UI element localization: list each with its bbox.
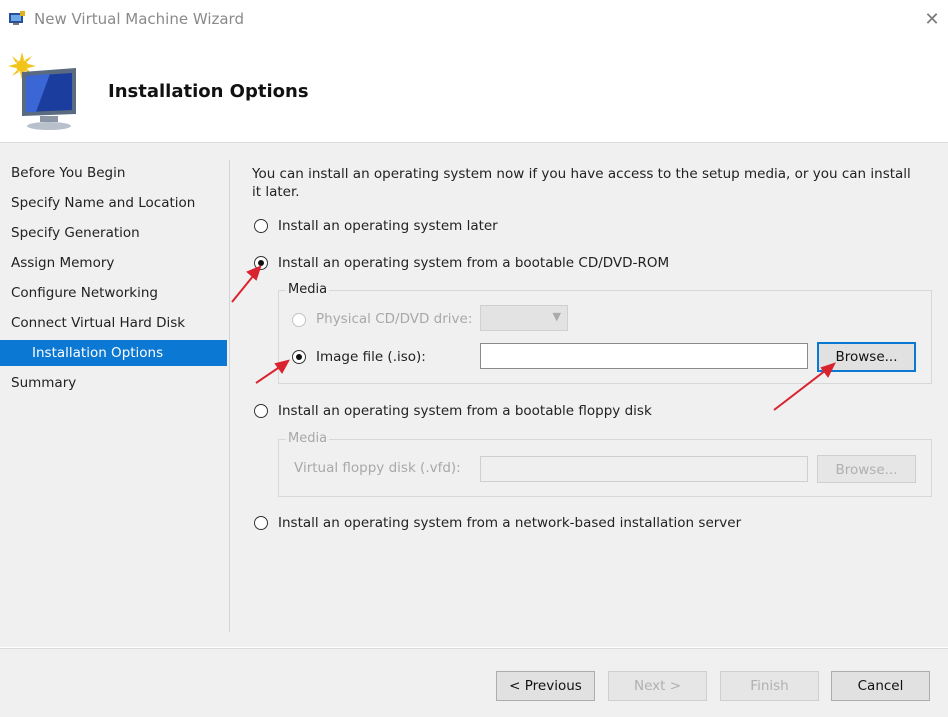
page-title: Installation Options	[108, 81, 309, 102]
finish-button[interactable]: Finish	[720, 671, 819, 701]
virtual-machine-icon	[9, 11, 25, 25]
radio-physical-drive[interactable]	[292, 313, 306, 327]
nav-divider	[229, 160, 230, 632]
physical-drive-label: Physical CD/DVD drive:	[316, 311, 473, 327]
floppy-media-group-label: Media	[286, 431, 330, 446]
nav-item-assign-memory[interactable]: Assign Memory	[11, 250, 226, 276]
radio-install-later[interactable]	[254, 219, 268, 233]
browse-iso-button[interactable]: Browse...	[817, 342, 916, 372]
previous-button[interactable]: < Previous	[496, 671, 595, 701]
option-install-floppy-label[interactable]: Install an operating system from a boota…	[278, 403, 652, 419]
nav-item-specify-name-location[interactable]: Specify Name and Location	[11, 190, 226, 216]
wizard-header: Installation Options	[0, 40, 948, 143]
nav-item-specify-generation[interactable]: Specify Generation	[11, 220, 226, 246]
nav-item-installation-options[interactable]: Installation Options	[0, 340, 227, 366]
floppy-disk-input[interactable]	[480, 456, 808, 482]
nav-item-connect-virtual-hard-disk[interactable]: Connect Virtual Hard Disk	[11, 310, 226, 336]
title-bar: New Virtual Machine Wizard ✕	[0, 0, 948, 40]
cancel-button[interactable]: Cancel	[831, 671, 930, 701]
next-button[interactable]: Next >	[608, 671, 707, 701]
image-file-input[interactable]	[480, 343, 808, 369]
image-file-label: Image file (.iso):	[316, 349, 426, 365]
window-title: New Virtual Machine Wizard	[34, 10, 244, 28]
physical-drive-select[interactable]: ▼	[480, 305, 568, 331]
chevron-down-icon: ▼	[552, 310, 561, 323]
close-icon[interactable]: ✕	[918, 6, 946, 34]
browse-floppy-button[interactable]: Browse...	[817, 455, 916, 483]
nav-item-summary[interactable]: Summary	[11, 370, 226, 396]
cd-media-group-label: Media	[286, 282, 330, 297]
intro-text: You can install an operating system now …	[252, 166, 911, 200]
nav-item-before-you-begin[interactable]: Before You Begin	[11, 160, 226, 186]
option-install-cd-dvd-label[interactable]: Install an operating system from a boota…	[278, 255, 669, 271]
monitor-wizard-icon	[8, 52, 76, 130]
nav-item-configure-networking[interactable]: Configure Networking	[11, 280, 226, 306]
radio-install-floppy[interactable]	[254, 404, 268, 418]
radio-image-file[interactable]	[292, 350, 306, 364]
option-install-later-label[interactable]: Install an operating system later	[278, 218, 498, 234]
floppy-disk-label: Virtual floppy disk (.vfd):	[294, 460, 461, 476]
radio-install-network[interactable]	[254, 516, 268, 530]
radio-install-cd-dvd[interactable]	[254, 256, 268, 270]
option-install-network-label[interactable]: Install an operating system from a netwo…	[278, 515, 741, 531]
